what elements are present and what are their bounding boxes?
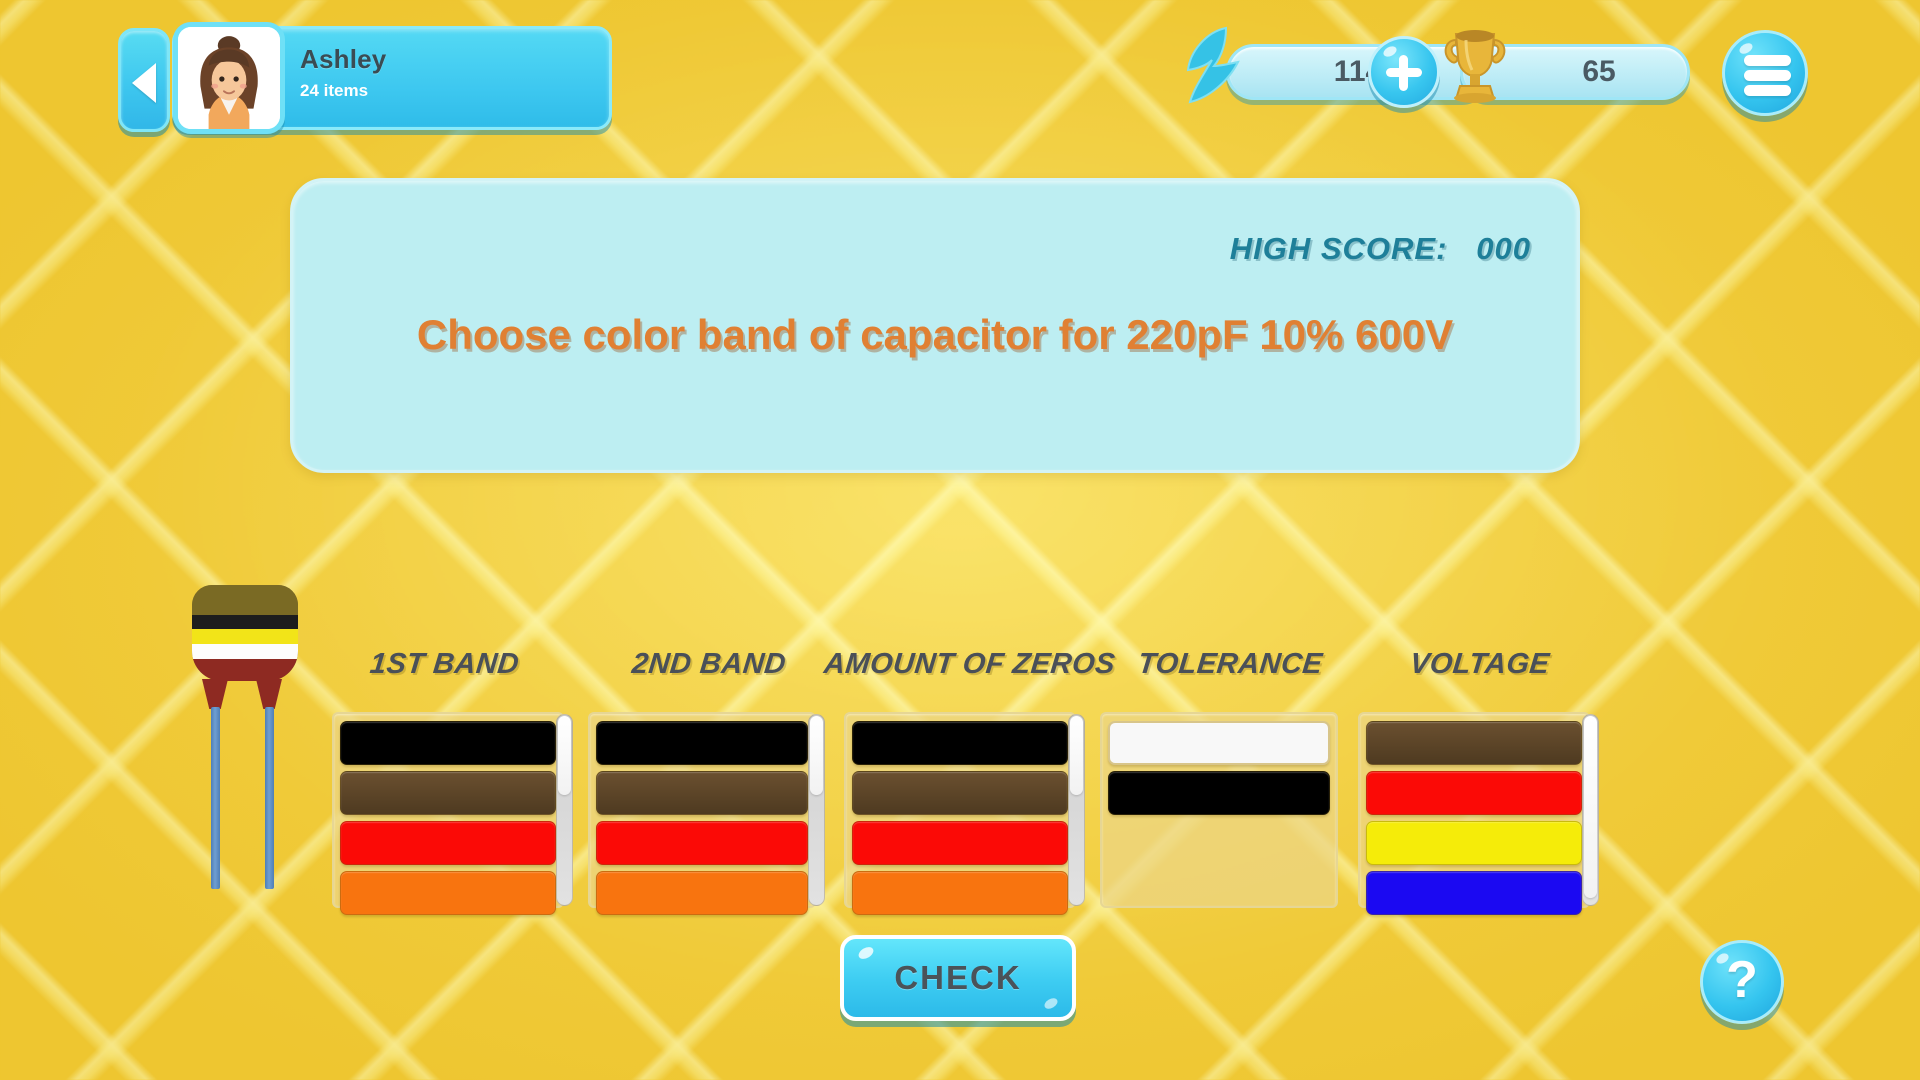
scrollbar[interactable] xyxy=(556,714,573,906)
swatch-brown[interactable] xyxy=(340,771,556,815)
swatch-orange[interactable] xyxy=(340,871,556,915)
back-button[interactable] xyxy=(118,28,170,132)
column-label-1st-band: 1ST BAND xyxy=(368,648,521,680)
swatch-list[interactable] xyxy=(1366,721,1582,915)
high-score-value: 000 xyxy=(1476,231,1531,266)
trophy-icon xyxy=(1438,26,1512,104)
swatch-black[interactable] xyxy=(596,721,808,765)
gloss-highlight xyxy=(1381,44,1399,59)
column-label-2nd-band: 2ND BAND xyxy=(630,648,788,680)
add-energy-button[interactable] xyxy=(1368,36,1440,108)
capacitor-illustration xyxy=(185,585,305,905)
capacitor-band-2 xyxy=(192,629,298,644)
swatch-red[interactable] xyxy=(852,821,1068,865)
capacitor-leads xyxy=(185,665,305,905)
column-amount-of-zeros xyxy=(844,712,1076,915)
profile-text: Ashley 24 items xyxy=(300,44,386,101)
lightning-bolt-icon xyxy=(1186,26,1250,118)
question-panel: HIGH SCORE: 000 Choose color band of cap… xyxy=(290,178,1580,473)
profile-name: Ashley xyxy=(300,44,387,74)
help-button[interactable]: ? xyxy=(1700,940,1784,1024)
swatch-black[interactable] xyxy=(852,721,1068,765)
scrollbar-thumb[interactable] xyxy=(810,716,823,795)
swatch-list[interactable] xyxy=(596,721,808,915)
column-2nd-band xyxy=(588,712,816,915)
swatch-red[interactable] xyxy=(340,821,556,865)
column-voltage xyxy=(1358,712,1590,915)
check-button[interactable]: CHECK xyxy=(840,935,1076,1021)
column-label-voltage: VOLTAGE xyxy=(1408,648,1552,680)
swatch-brown[interactable] xyxy=(596,771,808,815)
column-tolerance xyxy=(1100,712,1338,908)
hamburger-menu-button[interactable] xyxy=(1722,30,1808,116)
high-score: HIGH SCORE: 000 xyxy=(1230,231,1531,267)
swatch-white[interactable] xyxy=(1108,721,1330,765)
scrollbar-thumb[interactable] xyxy=(558,716,571,795)
swatch-black[interactable] xyxy=(340,721,556,765)
scrollbar[interactable] xyxy=(1582,714,1599,906)
swatch-red[interactable] xyxy=(596,821,808,865)
swatch-list[interactable] xyxy=(852,721,1068,915)
background-pattern xyxy=(0,0,1920,1080)
swatch-red[interactable] xyxy=(1366,771,1582,815)
avatar-girl-brown-hair-icon xyxy=(178,27,280,129)
swatch-brown[interactable] xyxy=(852,771,1068,815)
swatch-list[interactable] xyxy=(340,721,556,915)
profile-item-count: 24 items xyxy=(300,81,369,100)
capacitor-band-1 xyxy=(192,615,298,629)
column-label-amount-of-zeros: AMOUNT OF ZEROS xyxy=(822,648,1117,680)
high-score-label: HIGH SCORE: xyxy=(1229,231,1448,266)
swatch-orange[interactable] xyxy=(852,871,1068,915)
gloss-highlight xyxy=(1737,41,1755,56)
menu-bar xyxy=(1744,55,1791,66)
gloss-highlight xyxy=(856,944,876,962)
menu-bar xyxy=(1744,85,1791,96)
avatar[interactable] xyxy=(173,22,285,134)
question-mark-icon: ? xyxy=(1726,951,1758,1009)
left-triangle-icon xyxy=(132,63,156,103)
capacitor-foot xyxy=(256,679,282,709)
question-text: Choose color band of capacitor for 220pF… xyxy=(416,311,1454,358)
capacitor-lead xyxy=(265,707,274,889)
column-1st-band xyxy=(332,712,564,915)
menu-bar xyxy=(1744,70,1791,81)
swatch-brown[interactable] xyxy=(1366,721,1582,765)
gloss-highlight xyxy=(1042,996,1060,1011)
scrollbar[interactable] xyxy=(808,714,825,906)
capacitor-foot xyxy=(202,679,228,709)
swatch-blue[interactable] xyxy=(1366,871,1582,915)
column-label-tolerance: TOLERANCE xyxy=(1136,648,1325,680)
scrollbar-thumb[interactable] xyxy=(1584,716,1597,899)
capacitor-lead xyxy=(211,707,220,889)
swatch-black[interactable] xyxy=(1108,771,1330,815)
trophy-value: 65 xyxy=(1582,55,1616,88)
swatch-list[interactable] xyxy=(1108,721,1330,906)
scrollbar[interactable] xyxy=(1068,714,1085,906)
capacitor-band-3 xyxy=(192,644,298,659)
check-button-label: CHECK xyxy=(894,959,1022,996)
capacitor-body-top xyxy=(192,585,298,615)
scrollbar-thumb[interactable] xyxy=(1070,716,1083,795)
swatch-yellow[interactable] xyxy=(1366,821,1582,865)
swatch-orange[interactable] xyxy=(596,871,808,915)
